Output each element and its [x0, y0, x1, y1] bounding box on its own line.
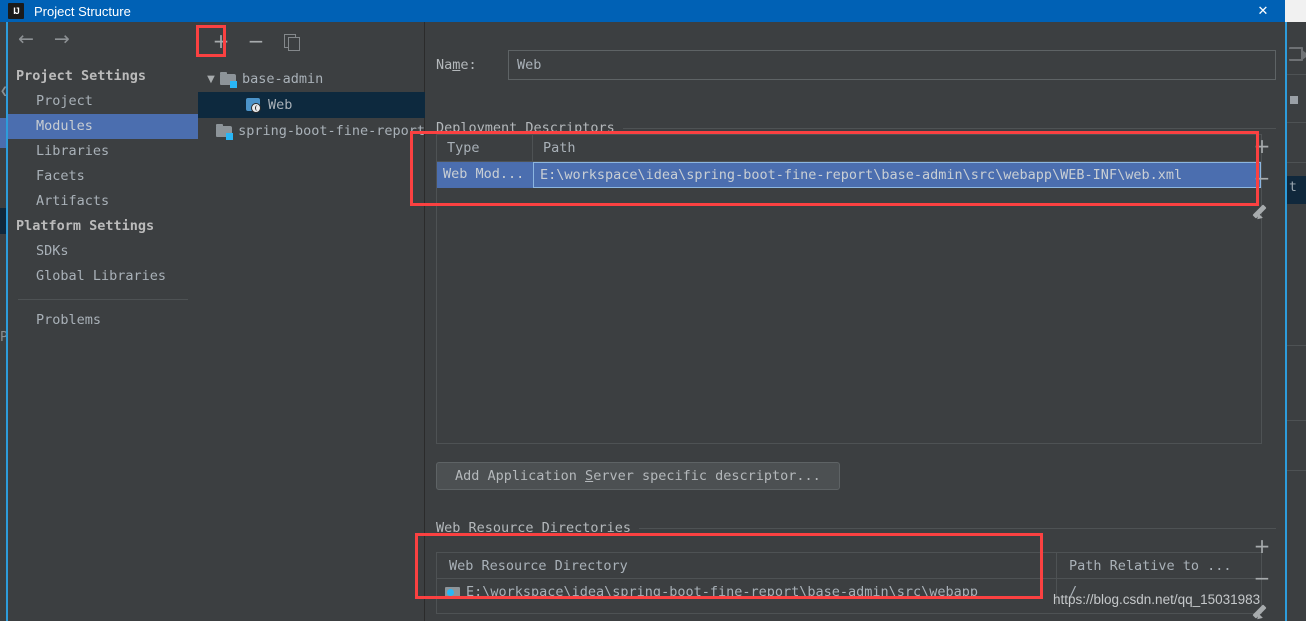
column-header-path-relative-to[interactable]: Path Relative to ...	[1057, 553, 1261, 578]
close-icon[interactable]: ✕	[1241, 0, 1285, 22]
forward-arrow-icon[interactable]: →	[54, 30, 70, 49]
intellij-idea-icon: IJ	[8, 3, 24, 19]
sidebar-item-problems[interactable]: Problems	[8, 308, 198, 333]
edit-pencil-icon	[1254, 202, 1271, 219]
sidebar-item-artifacts[interactable]: Artifacts	[8, 189, 198, 214]
add-web-resource-button[interactable]: +	[1247, 530, 1277, 562]
module-name-input[interactable]: Web	[508, 50, 1276, 80]
add-module-button[interactable]: +	[208, 28, 234, 54]
background-divider	[1287, 162, 1306, 163]
add-application-server-descriptor-button[interactable]: Add Application Server specific descript…	[436, 462, 840, 490]
cell-web-resource-directory-text: E:\workspace\idea\spring-boot-fine-repor…	[466, 584, 979, 600]
background-divider	[1287, 470, 1306, 471]
sidebar-item-modules[interactable]: Modules	[8, 114, 198, 139]
background-ide-right-accent-line	[1285, 22, 1287, 621]
column-header-path[interactable]: Path	[533, 135, 1261, 161]
tree-row[interactable]: Web	[198, 92, 425, 118]
tree-node-label: Web	[268, 97, 293, 113]
sidebar-group-project-settings: Project Settings	[16, 68, 147, 84]
module-name-row: Name: Web	[436, 50, 1276, 80]
folder-module-icon	[220, 72, 237, 88]
background-divider	[1287, 122, 1306, 123]
project-structure-dialog-screen: t ❮ P IJ Project Structure ✕ ← → Project…	[0, 0, 1306, 621]
run-arrow-icon	[1289, 47, 1306, 61]
module-tree-rows: ▼ base-admin Web spring-boot-fine-report	[198, 66, 425, 144]
cell-web-resource-directory[interactable]: E:\workspace\idea\spring-boot-fine-repor…	[437, 579, 1057, 605]
remove-module-button[interactable]: −	[243, 28, 269, 54]
web-resource-directories-actions: + −	[1247, 530, 1277, 621]
sidebar-group-platform-settings: Platform Settings	[16, 218, 155, 234]
cell-type[interactable]: Web Mod...	[437, 162, 533, 188]
tree-node-label: base-admin	[242, 71, 324, 87]
section-rule	[639, 527, 1276, 529]
tree-row[interactable]: ▼ base-admin	[198, 66, 425, 92]
resource-folder-icon	[445, 586, 460, 599]
background-divider	[1287, 345, 1306, 346]
folder-module-icon	[216, 124, 234, 140]
web-resource-directories-section-title: Web Resource Directories	[436, 520, 1276, 536]
back-arrow-icon[interactable]: ←	[18, 30, 34, 49]
dialog-titlebar: IJ Project Structure ✕	[0, 0, 1285, 22]
cell-path[interactable]: E:\workspace\idea\spring-boot-fine-repor…	[533, 162, 1261, 188]
table-header-row: Web Resource Directory Path Relative to …	[437, 553, 1261, 579]
remove-web-resource-button[interactable]: −	[1247, 562, 1277, 594]
web-facet-icon	[246, 97, 262, 113]
sidebar-item-project[interactable]: Project	[8, 89, 198, 114]
module-name-label: Name:	[436, 57, 477, 73]
table-header-row: Type Path	[437, 135, 1261, 162]
settings-sidebar: ← → Project Settings Project Modules Lib…	[8, 22, 198, 621]
background-square-icon	[1290, 96, 1298, 104]
sidebar-item-facets[interactable]: Facets	[8, 164, 198, 189]
copy-module-button[interactable]	[278, 28, 304, 54]
dialog-title: Project Structure	[34, 3, 131, 19]
table-row[interactable]: Web Mod... E:\workspace\idea\spring-boot…	[437, 162, 1261, 188]
background-ide-right	[1285, 0, 1306, 621]
sidebar-item-libraries[interactable]: Libraries	[8, 139, 198, 164]
column-header-web-resource-directory[interactable]: Web Resource Directory	[437, 553, 1057, 578]
background-editor-tab: t	[1287, 176, 1306, 204]
expand-twisty-icon[interactable]: ▼	[202, 74, 220, 85]
deployment-descriptors-table[interactable]: Type Path Web Mod... E:\workspace\idea\s…	[436, 134, 1262, 444]
column-header-type[interactable]: Type	[437, 135, 533, 161]
dialog-body: ← → Project Settings Project Modules Lib…	[8, 22, 1285, 621]
module-tree-panel: + − ▼ base-admin Web spring-boot-fine-re…	[198, 22, 425, 621]
section-rule	[622, 127, 1276, 129]
settings-category-list: Project Settings Project Modules Librari…	[8, 64, 198, 333]
background-tab-text: t	[1289, 180, 1297, 195]
edit-descriptor-button[interactable]	[1247, 194, 1277, 226]
module-tree-toolbar: + −	[198, 28, 425, 58]
tree-node-label: spring-boot-fine-report	[238, 123, 425, 139]
copy-icon	[283, 33, 300, 51]
watermark-text: https://blog.csdn.net/qq_15031983	[1053, 592, 1261, 607]
add-descriptor-button[interactable]: +	[1247, 130, 1277, 162]
sidebar-divider	[18, 299, 188, 300]
background-divider	[1287, 420, 1306, 421]
background-ide-right-titlebar	[1285, 0, 1306, 22]
remove-descriptor-button[interactable]: −	[1247, 162, 1277, 194]
tree-row[interactable]: spring-boot-fine-report	[198, 118, 425, 144]
sidebar-navigation: ← →	[18, 30, 70, 49]
module-detail-panel: Name: Web Deployment Descriptors Type Pa…	[426, 22, 1285, 621]
deployment-descriptors-actions: + −	[1247, 130, 1277, 226]
sidebar-item-global-libraries[interactable]: Global Libraries	[8, 264, 198, 289]
sidebar-item-sdks[interactable]: SDKs	[8, 239, 198, 264]
background-divider	[1287, 74, 1306, 75]
